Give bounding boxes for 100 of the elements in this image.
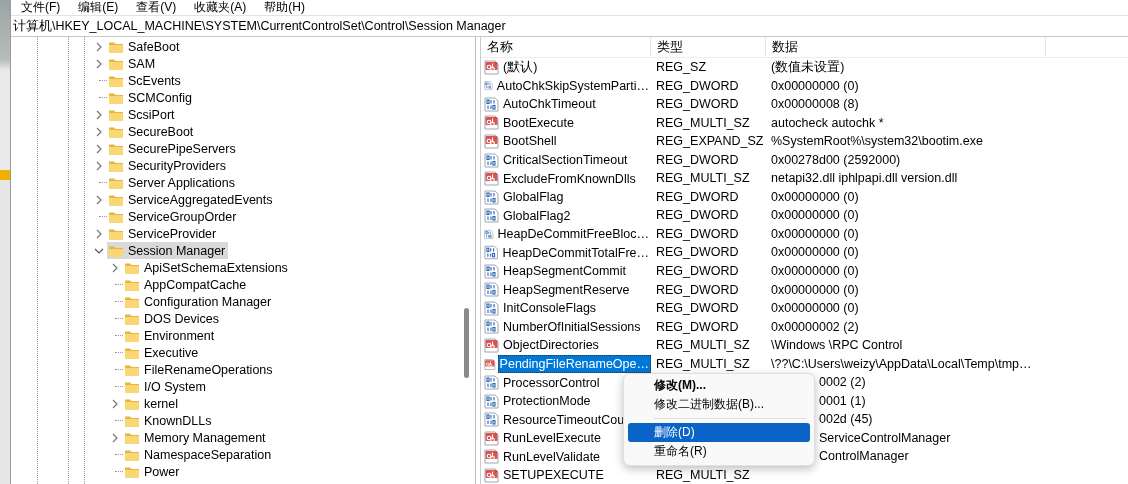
value-name[interactable]: ProcessorControl xyxy=(501,373,602,392)
tree-item[interactable]: ApiSetSchemaExtensions xyxy=(123,259,291,276)
tree-item[interactable]: kernel xyxy=(123,395,182,412)
chevron-right-icon[interactable] xyxy=(94,142,104,155)
value-name[interactable]: ResourceTimeoutCou xyxy=(501,410,627,429)
chevron-right-icon[interactable] xyxy=(94,108,104,121)
tree-item[interactable]: ScEvents xyxy=(107,72,184,89)
string-value-icon xyxy=(484,356,496,372)
value-data: 0x00000008 (8) xyxy=(770,96,860,114)
value-name[interactable]: (默认) xyxy=(501,58,540,77)
value-name[interactable]: ExcludeFromKnownDlls xyxy=(501,169,638,188)
tree-item[interactable]: Configuration Manager xyxy=(123,293,275,310)
value-name[interactable]: InitConsoleFlags xyxy=(501,299,599,318)
tree-item[interactable]: Power xyxy=(123,463,183,480)
binary-value-icon xyxy=(484,282,499,298)
tree-item[interactable]: Session Manager xyxy=(107,242,229,259)
value-type: REG_MULTI_SZ xyxy=(655,337,751,355)
value-data: netapi32.dll iphlpapi.dll version.dll xyxy=(770,170,959,188)
menu-item[interactable]: 修改(M)... xyxy=(628,376,810,395)
value-type: REG_SZ xyxy=(655,59,707,76)
tree-item[interactable]: ScsiPort xyxy=(107,106,178,123)
string-value-icon xyxy=(484,115,499,131)
tree-item[interactable]: SecurityProviders xyxy=(107,157,229,174)
value-data: 0x00000000 (0) xyxy=(770,281,860,299)
menu-item[interactable]: 查看(V) xyxy=(131,0,182,15)
chevron-right-icon[interactable] xyxy=(94,193,104,206)
value-data: (数值未设置) xyxy=(770,59,846,76)
value-data: 0x00000000 (0) xyxy=(770,77,860,95)
tree-item[interactable]: ServiceAggregatedEvents xyxy=(107,191,276,208)
value-name[interactable]: ProtectionMode xyxy=(501,392,593,411)
tree-item[interactable]: Environment xyxy=(123,327,218,344)
binary-value-icon xyxy=(484,375,499,391)
tree-item[interactable]: I/O System xyxy=(123,378,209,395)
value-data: 0x00000000 (0) xyxy=(770,300,860,318)
menu-item[interactable]: 文件(F) xyxy=(16,0,66,15)
value-name[interactable]: HeapSegmentReserve xyxy=(501,280,632,299)
menu-item[interactable]: 收藏夹(A) xyxy=(189,0,252,15)
value-name[interactable]: SETUPEXECUTE xyxy=(501,466,606,484)
value-data: ServiceControlManager xyxy=(818,429,952,447)
value-data: \Windows \RPC Control xyxy=(770,337,904,355)
value-name[interactable]: RunLevelValidate xyxy=(501,447,603,466)
tree-item[interactable]: SecureBoot xyxy=(107,123,197,140)
tree-item[interactable]: NamespaceSeparation xyxy=(123,446,275,463)
chevron-right-icon[interactable] xyxy=(94,40,104,53)
tree-item[interactable]: FileRenameOperations xyxy=(123,361,276,378)
tree-item[interactable]: Server Applications xyxy=(107,174,238,191)
address-field[interactable]: 计算机\HKEY_LOCAL_MACHINE\SYSTEM\CurrentControlSet\Control\Session Manager xyxy=(11,16,1128,36)
value-data: 0x00278d00 (2592000) xyxy=(770,151,902,169)
chevron-right-icon[interactable] xyxy=(94,125,104,138)
value-type: REG_DWORD xyxy=(655,263,740,280)
tree-item[interactable]: KnownDLLs xyxy=(123,412,215,429)
value-name[interactable]: BootExecute xyxy=(501,113,576,132)
value-data: 0x00000000 (0) xyxy=(770,188,860,206)
tree-item[interactable]: Executive xyxy=(123,344,202,361)
chevron-right-icon[interactable] xyxy=(94,57,104,70)
column-header[interactable]: 类型 xyxy=(651,37,766,57)
chevron-right-icon[interactable] xyxy=(94,159,104,172)
value-name[interactable]: ObjectDirectories xyxy=(501,336,601,355)
string-value-icon xyxy=(484,171,499,187)
value-name[interactable]: GlobalFlag2 xyxy=(501,206,573,225)
value-type: REG_DWORD xyxy=(655,318,740,336)
menu-item[interactable]: 删除(D) xyxy=(628,423,810,442)
value-name[interactable]: AutoChkSkipSystemParti… xyxy=(494,76,651,95)
string-value-icon xyxy=(484,59,499,75)
menu-item[interactable]: 帮助(H) xyxy=(259,0,310,15)
value-name[interactable]: GlobalFlag xyxy=(501,188,566,207)
tree-item[interactable]: SecurePipeServers xyxy=(107,140,239,157)
value-name[interactable]: RunLevelExecute xyxy=(501,429,603,448)
value-type: REG_DWORD xyxy=(655,300,740,318)
value-name[interactable]: HeapDeCommitTotalFre… xyxy=(500,243,651,262)
value-data: \??\C:\Users\weizy\AppData\Local\Temp\tmp… xyxy=(770,355,1033,373)
column-header[interactable]: 名称 xyxy=(481,37,651,57)
menu-item[interactable]: 修改二进制数据(B)... xyxy=(628,395,810,414)
binary-value-icon xyxy=(484,412,499,428)
column-header[interactable]: 数据 xyxy=(766,37,1046,57)
tree-item[interactable]: AppCompatCache xyxy=(123,276,250,293)
value-name[interactable]: NumberOfInitialSessions xyxy=(501,317,643,336)
tree-item[interactable]: ServiceProvider xyxy=(107,225,220,242)
value-name[interactable]: AutoChkTimeout xyxy=(501,95,598,114)
tree-item[interactable]: Memory Management xyxy=(123,429,269,446)
tree-item[interactable]: SCMConfig xyxy=(107,89,195,106)
menu-item[interactable]: 重命名(R) xyxy=(628,442,810,461)
value-type: REG_DWORD xyxy=(655,188,740,206)
binary-value-icon xyxy=(484,263,499,279)
tree-item[interactable]: ServiceGroupOrder xyxy=(107,208,240,225)
tree-item[interactable]: SafeBoot xyxy=(107,38,183,55)
chevron-right-icon[interactable] xyxy=(110,261,120,274)
value-name[interactable]: BootShell xyxy=(501,132,559,151)
value-name[interactable]: HeapSegmentCommit xyxy=(501,262,628,281)
value-name[interactable]: CriticalSectionTimeout xyxy=(501,151,630,169)
menu-item[interactable]: 编辑(E) xyxy=(73,0,124,15)
value-name[interactable]: PendingFileRenameOpe… xyxy=(497,355,651,373)
chevron-right-icon[interactable] xyxy=(110,431,120,444)
value-type: REG_EXPAND_SZ xyxy=(655,133,765,151)
tree-item[interactable]: DOS Devices xyxy=(123,310,223,327)
value-name[interactable]: HeapDeCommitFreeBloc… xyxy=(495,225,651,244)
scrollbar-thumb[interactable] xyxy=(464,308,469,378)
chevron-right-icon[interactable] xyxy=(110,397,120,410)
chevron-right-icon[interactable] xyxy=(94,227,104,240)
tree-item[interactable]: SAM xyxy=(107,55,159,72)
